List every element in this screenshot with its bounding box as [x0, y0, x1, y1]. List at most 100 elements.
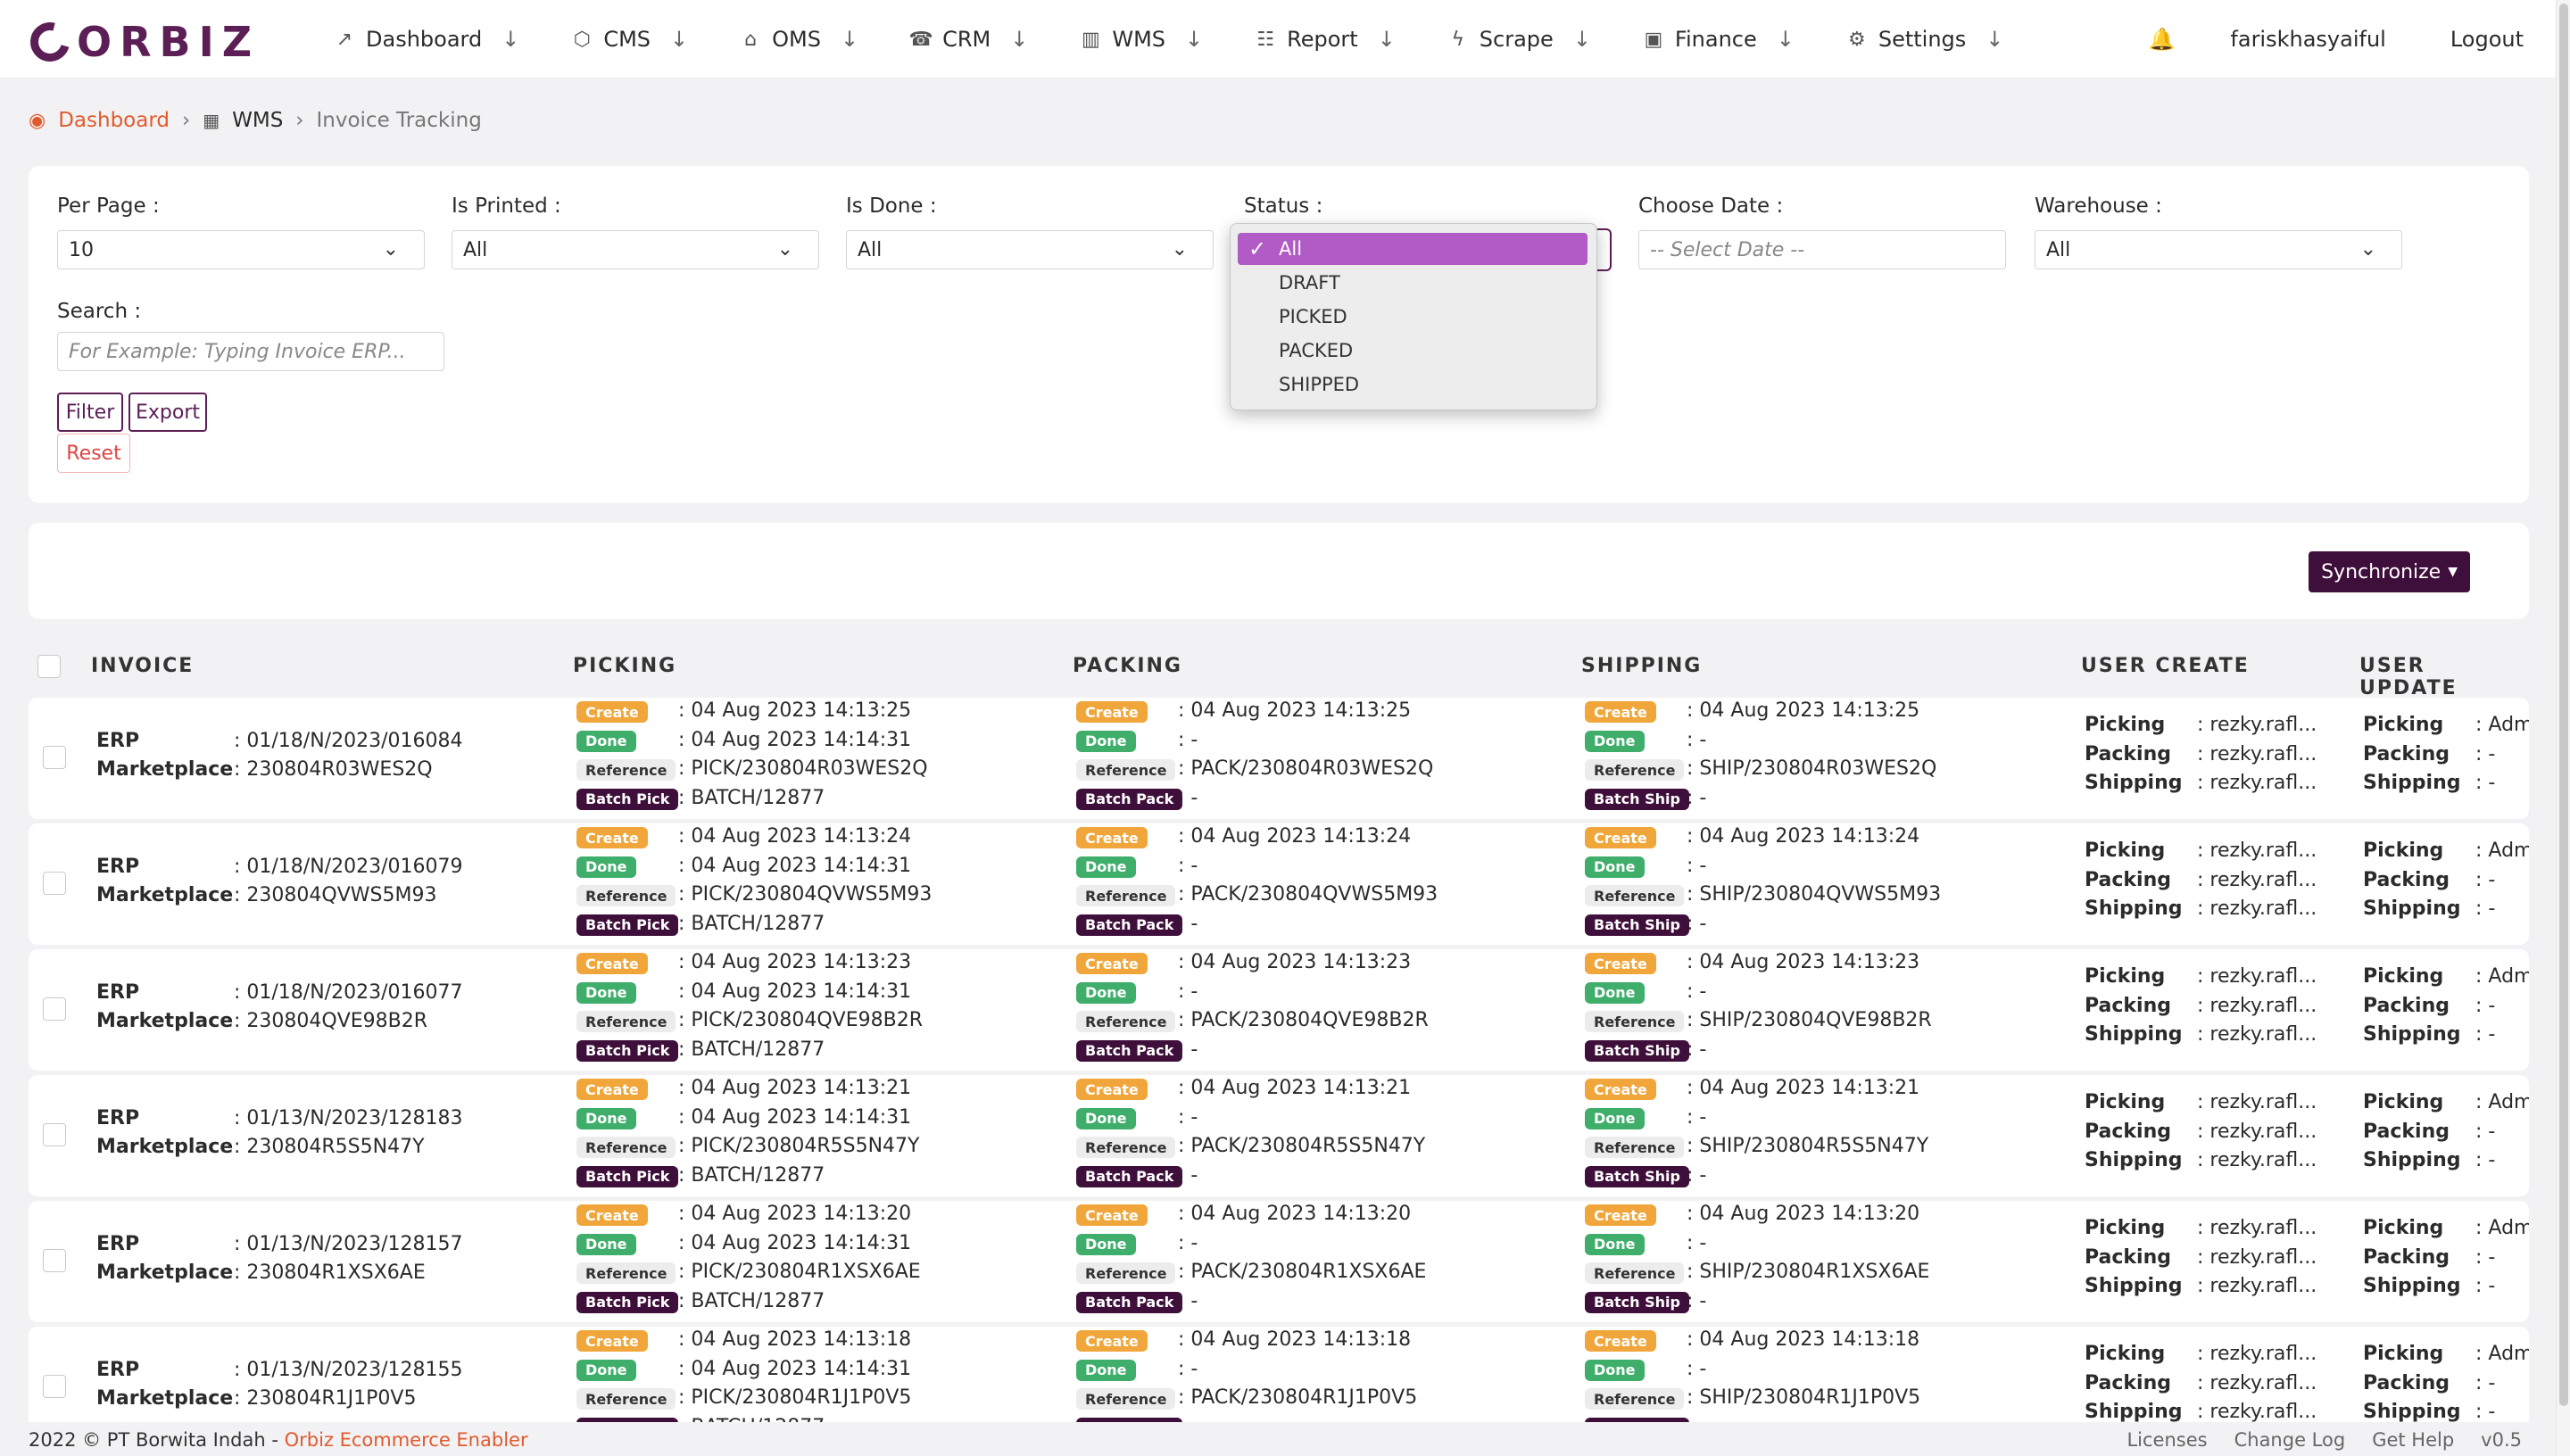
- marketplace-order-id: : 230804R03WES2Q: [234, 758, 433, 781]
- marketplace-order-id: : 230804R1XSX6AE: [234, 1262, 426, 1284]
- status-option-packed[interactable]: PACKED: [1238, 335, 1588, 367]
- erp-invoice-number[interactable]: : 01/18/N/2023/016084: [234, 730, 462, 752]
- row-checkbox[interactable]: [43, 746, 66, 769]
- version-text: v0.5: [2481, 1429, 2522, 1451]
- vertical-scrollbar[interactable]: [2556, 0, 2570, 1456]
- done-badge: Done: [1585, 730, 1645, 752]
- bolt-icon: ϟ: [1451, 28, 1465, 51]
- footer: 2022 © PT Borwita Indah - Orbiz Ecommerc…: [0, 1422, 2556, 1456]
- th-packing[interactable]: PACKING: [1073, 655, 1182, 677]
- status-option-draft[interactable]: DRAFT: [1238, 267, 1588, 299]
- user-update-picking-value: : Adm: [2475, 1343, 2529, 1365]
- th-invoice[interactable]: INVOICE: [91, 655, 194, 677]
- footer-brand-link[interactable]: Orbiz Ecommerce Enabler: [285, 1429, 528, 1451]
- search-input[interactable]: For Example: Typing Invoice ERP...: [57, 332, 444, 371]
- date-placeholder: -- Select Date --: [1650, 238, 1805, 261]
- table-row[interactable]: ERP Marketplace: 01/18/N/2023/016084: 230…: [29, 698, 2529, 819]
- row-checkbox[interactable]: [43, 1375, 66, 1398]
- user-create-picking-value: : rezky.rafl...: [2197, 1091, 2317, 1113]
- user-create-packing-label: Packing: [2085, 1371, 2172, 1394]
- row-checkbox[interactable]: [43, 1249, 66, 1272]
- row-checkbox[interactable]: [43, 997, 66, 1021]
- erp-invoice-number[interactable]: : 01/13/N/2023/128157: [234, 1233, 462, 1255]
- pick-value: : 04 Aug 2023 14:14:31: [678, 854, 912, 877]
- reset-button[interactable]: Reset: [57, 434, 130, 473]
- scrollbar-thumb[interactable]: [2559, 4, 2568, 1406]
- per-page-select[interactable]: 10 ⌄: [57, 230, 425, 269]
- done-badge: Done: [576, 1359, 636, 1381]
- table-row[interactable]: ERP Marketplace: 01/18/N/2023/016079: 230…: [29, 823, 2529, 945]
- row-checkbox[interactable]: [43, 872, 66, 895]
- warehouse-select[interactable]: All ⌄: [2035, 230, 2402, 269]
- changelog-link[interactable]: Change Log: [2234, 1429, 2346, 1451]
- is-done-select[interactable]: All ⌄: [846, 230, 1214, 269]
- batch-pick-badge: Batch Pick: [576, 1291, 679, 1313]
- status-option-picked[interactable]: PICKED: [1238, 301, 1588, 333]
- erp-label: ERP: [96, 981, 140, 1004]
- table-row[interactable]: ERP Marketplace: 01/18/N/2023/016077: 230…: [29, 949, 2529, 1071]
- create-badge: Create: [576, 1204, 648, 1226]
- erp-invoice-number[interactable]: : 01/13/N/2023/128183: [234, 1107, 462, 1129]
- user-create-shipping-label: Shipping: [2085, 1401, 2183, 1423]
- erp-invoice-number[interactable]: : 01/13/N/2023/128155: [234, 1359, 462, 1381]
- table-row[interactable]: ERP Marketplace: 01/13/N/2023/128183: 230…: [29, 1075, 2529, 1196]
- reference-badge: Reference: [1585, 1262, 1685, 1284]
- synchronize-button[interactable]: Synchronize ▼: [2309, 551, 2470, 592]
- status-option-shipped[interactable]: SHIPPED: [1238, 368, 1588, 401]
- user-name[interactable]: fariskhasyaiful: [2230, 27, 2385, 52]
- th-picking[interactable]: PICKING: [573, 655, 676, 677]
- user-create-shipping-value: : rezky.rafl...: [2197, 1149, 2317, 1171]
- nav-item-wms[interactable]: ▥ WMS ↓: [1078, 0, 1203, 79]
- date-picker-input[interactable]: -- Select Date --: [1638, 230, 2006, 269]
- nav-item-cms[interactable]: ⬡ CMS ↓: [569, 0, 688, 79]
- nav-item-dashboard[interactable]: ↗ Dashboard ↓: [332, 0, 520, 79]
- erp-invoice-number[interactable]: : 01/18/N/2023/016077: [234, 981, 462, 1004]
- create-badge: Create: [576, 827, 648, 848]
- bell-icon[interactable]: 🔔: [2148, 27, 2175, 52]
- nav-item-crm[interactable]: ☎ CRM ↓: [908, 0, 1028, 79]
- nav-item-scrape[interactable]: ϟ Scrape ↓: [1446, 0, 1591, 79]
- pick-value: : BATCH/12877: [678, 912, 825, 935]
- export-button[interactable]: Export: [128, 393, 207, 432]
- pick-value: : PICK/230804R1J1P0V5: [678, 1386, 912, 1409]
- nav-item-oms[interactable]: ⌂ OMS ↓: [738, 0, 858, 79]
- licenses-link[interactable]: Licenses: [2126, 1429, 2207, 1451]
- filter-button[interactable]: Filter: [57, 393, 123, 432]
- nav-item-label: Settings: [1878, 27, 1967, 52]
- pack-value: : -: [1178, 1163, 1198, 1187]
- marketplace-order-id: : 230804QVE98B2R: [234, 1010, 428, 1032]
- status-dropdown-menu: ✓ All DRAFT PICKED PACKED SHIPPED: [1230, 223, 1597, 410]
- ship-value: : -: [1687, 854, 1707, 877]
- table-row[interactable]: ERP Marketplace: 01/13/N/2023/128157: 230…: [29, 1201, 2529, 1322]
- user-create-picking-value: : rezky.rafl...: [2197, 965, 2317, 988]
- th-user-create[interactable]: USER CREATE: [2081, 655, 2250, 677]
- batch-pack-badge: Batch Pack: [1076, 1291, 1183, 1313]
- orbiz-logo[interactable]: ORBIZ: [22, 14, 260, 70]
- breadcrumb-wms[interactable]: WMS: [232, 109, 283, 132]
- pick-value: : 04 Aug 2023 14:14:31: [678, 1105, 912, 1129]
- get-help-link[interactable]: Get Help: [2372, 1429, 2454, 1451]
- user-update-shipping-label: Shipping: [2363, 772, 2461, 794]
- row-checkbox[interactable]: [43, 1123, 66, 1146]
- erp-invoice-number[interactable]: : 01/18/N/2023/016079: [234, 856, 462, 878]
- th-shipping[interactable]: SHIPPING: [1581, 655, 1702, 677]
- nav-item-settings[interactable]: ⚙ Settings ↓: [1845, 0, 2003, 79]
- user-update-packing-value: : -: [2475, 742, 2496, 765]
- logout-link[interactable]: Logout: [2450, 27, 2524, 52]
- user-create-shipping-label: Shipping: [2085, 1023, 2183, 1046]
- erp-label: ERP: [96, 730, 140, 752]
- nav-item-label: Scrape: [1479, 27, 1554, 52]
- nav-item-report[interactable]: ☷ Report ↓: [1253, 0, 1396, 79]
- status-option-label: SHIPPED: [1279, 374, 1360, 395]
- breadcrumb-dashboard[interactable]: Dashboard: [58, 109, 170, 132]
- status-option-all[interactable]: ✓ All: [1238, 233, 1588, 265]
- ship-value: : -: [1687, 1357, 1707, 1380]
- reference-badge: Reference: [576, 1011, 676, 1032]
- is-printed-select[interactable]: All ⌄: [452, 230, 819, 269]
- nav-item-finance[interactable]: ▣ Finance ↓: [1641, 0, 1795, 79]
- status-select[interactable]: [1596, 228, 1612, 271]
- batch-ship-badge: Batch Ship: [1585, 914, 1689, 936]
- warehouse-chart-icon: ▥: [1081, 28, 1100, 51]
- select-all-checkbox[interactable]: [37, 655, 61, 678]
- th-user-update[interactable]: USER UPDATE: [2359, 655, 2529, 699]
